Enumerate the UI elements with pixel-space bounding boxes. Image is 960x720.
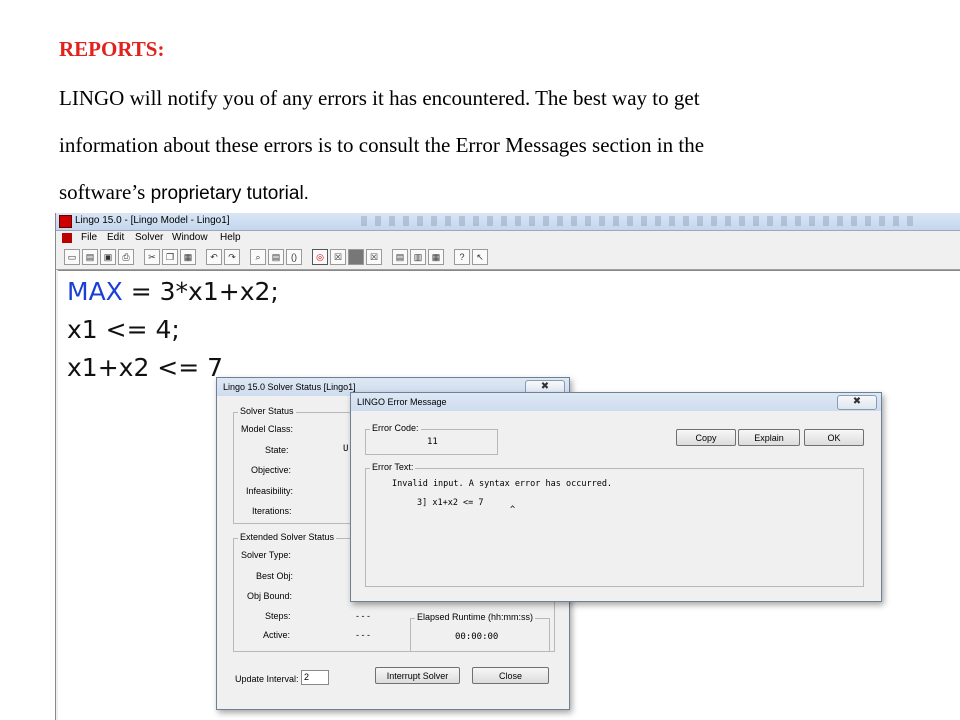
- active-value: - - -: [356, 630, 370, 640]
- obj-bound-label: Obj Bound:: [247, 591, 293, 601]
- stop-icon[interactable]: [348, 249, 364, 265]
- steps-value: - - -: [356, 611, 370, 621]
- menu-help[interactable]: Help: [220, 232, 241, 243]
- update-interval-input[interactable]: 2: [301, 670, 329, 685]
- menu-file[interactable]: File: [81, 232, 97, 243]
- app-title: Lingo 15.0 - [Lingo Model - Lingo1]: [75, 215, 230, 226]
- options-icon[interactable]: ▤: [392, 249, 408, 265]
- solver-close-button[interactable]: Close: [472, 667, 549, 684]
- steps-label: Steps:: [265, 611, 291, 621]
- paragraph-line-1: LINGO will notify you of any errors it h…: [59, 86, 700, 110]
- reports-heading: REPORTS:: [59, 37, 165, 61]
- update-interval-label: Update Interval:: [235, 674, 299, 684]
- explain-button[interactable]: Explain: [738, 429, 800, 446]
- goto-icon[interactable]: ▤: [268, 249, 284, 265]
- redo-icon[interactable]: ↷: [224, 249, 240, 265]
- error-message-dialog: LINGO Error Message ✖ Error Code: 11 Cop…: [350, 392, 882, 602]
- infeasibility-label: Infeasibility:: [246, 486, 294, 496]
- solve-icon[interactable]: ◎: [312, 249, 328, 265]
- new-icon[interactable]: ▭: [64, 249, 80, 265]
- error-code-value: 11: [427, 437, 438, 447]
- lingo-app-icon: [59, 215, 72, 228]
- blurred-taskbar: [361, 216, 921, 226]
- best-obj-label: Best Obj:: [256, 571, 294, 581]
- extended-status-group-label: Extended Solver Status: [238, 532, 337, 542]
- state-value: U: [343, 444, 349, 454]
- error-text-group: Error Text: Invalid input. A syntax erro…: [365, 462, 864, 587]
- menu-bar: File Edit Solver Window Help: [56, 231, 960, 245]
- error-text-label: Error Text:: [370, 462, 416, 472]
- document-icon[interactable]: [62, 233, 72, 243]
- paragraph-line-2: information about these errors is to con…: [59, 133, 705, 157]
- solution-icon[interactable]: ☒: [330, 249, 346, 265]
- ok-button[interactable]: OK: [804, 429, 864, 446]
- menu-solver[interactable]: Solver: [135, 232, 163, 243]
- iterations-label: Iterations:: [252, 506, 292, 516]
- menu-window[interactable]: Window: [172, 232, 208, 243]
- undo-icon[interactable]: ↶: [206, 249, 222, 265]
- elapsed-runtime-value: 00:00:00: [455, 632, 499, 642]
- active-label: Active:: [263, 630, 291, 640]
- error-text-line-2: 3] x1+x2 <= 7: [417, 498, 484, 508]
- paragraph-line-3: software’s proprietary tutorial.: [59, 180, 309, 205]
- error-dialog-titlebar: LINGO Error Message: [351, 393, 881, 411]
- interrupt-solver-button[interactable]: Interrupt Solver: [375, 667, 460, 684]
- model-line-1: MAX = 3*x1+x2;: [67, 277, 279, 306]
- open-icon[interactable]: ▤: [82, 249, 98, 265]
- max-keyword: MAX: [67, 277, 123, 306]
- paragraph-line-3-start: software’s: [59, 180, 151, 204]
- close-all-icon[interactable]: ☒: [366, 249, 382, 265]
- objective-label: Objective:: [251, 465, 292, 475]
- help-icon[interactable]: ?: [454, 249, 470, 265]
- context-help-icon[interactable]: ↖: [472, 249, 488, 265]
- toolbar: ▭ ▤ ▣ ⎙ ✂ ❐ ▦ ↶ ↷ ⌕ ▤ () ◎ ☒ ☒ ▤ ▥ ▦ ? ↖: [56, 247, 960, 270]
- tile-icon[interactable]: ▦: [428, 249, 444, 265]
- solver-type-label: Solver Type:: [241, 550, 291, 560]
- elapsed-runtime-label: Elapsed Runtime (hh:mm:ss): [415, 612, 536, 622]
- error-code-group: Error Code: 11: [365, 423, 498, 455]
- solver-status-title: Lingo 15.0 Solver Status [Lingo1]: [223, 382, 356, 392]
- model-line-3: x1+x2 <= 7: [67, 353, 224, 382]
- find-icon[interactable]: ⌕: [250, 249, 266, 265]
- print-icon[interactable]: ⎙: [118, 249, 134, 265]
- cut-icon[interactable]: ✂: [144, 249, 160, 265]
- error-text-line-1: Invalid input. A syntax error has occurr…: [392, 479, 613, 489]
- paragraph-line-3-end: proprietary tutorial.: [150, 183, 309, 204]
- paste-icon[interactable]: ▦: [180, 249, 196, 265]
- state-label: State:: [265, 445, 289, 455]
- model-class-label: Model Class:: [241, 424, 294, 434]
- elapsed-runtime-group: Elapsed Runtime (hh:mm:ss) 00:00:00: [410, 612, 550, 652]
- error-caret: ^: [510, 505, 516, 515]
- error-close-icon[interactable]: ✖: [837, 395, 877, 410]
- menu-edit[interactable]: Edit: [107, 232, 124, 243]
- model-line-2: x1 <= 4;: [67, 315, 180, 344]
- app-titlebar: Lingo 15.0 - [Lingo Model - Lingo1]: [56, 213, 960, 231]
- copy-button[interactable]: Copy: [676, 429, 736, 446]
- error-code-label: Error Code:: [370, 423, 421, 433]
- error-dialog-title: LINGO Error Message: [357, 397, 447, 407]
- solver-status-group-label: Solver Status: [238, 406, 296, 416]
- match-paren-icon[interactable]: (): [286, 249, 302, 265]
- save-icon[interactable]: ▣: [100, 249, 116, 265]
- model-line-1-expr: = 3*x1+x2;: [122, 277, 279, 306]
- copy-icon[interactable]: ❐: [162, 249, 178, 265]
- window-icon[interactable]: ▥: [410, 249, 426, 265]
